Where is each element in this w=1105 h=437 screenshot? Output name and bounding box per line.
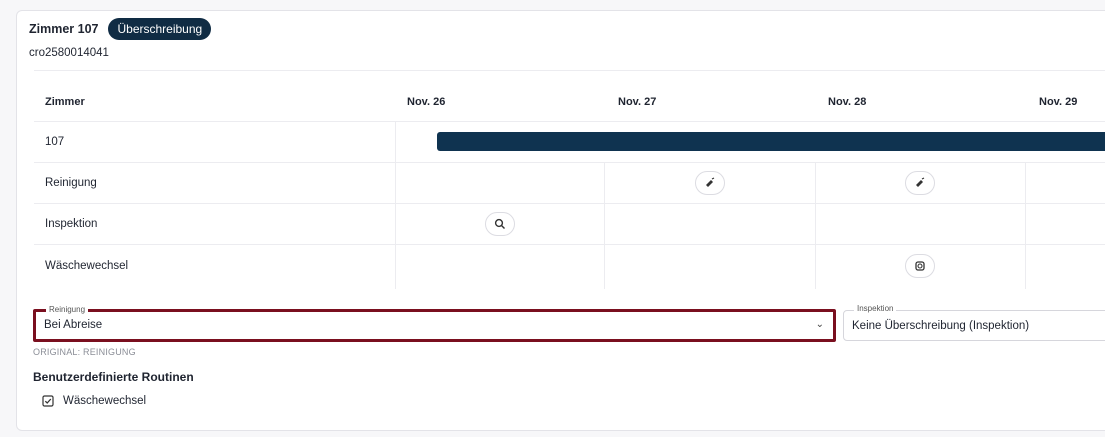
- cleaning-task-button[interactable]: [695, 171, 725, 195]
- date-header: Nov. 26: [407, 96, 446, 108]
- row-label-reinigung: Reinigung: [45, 177, 97, 189]
- cleaning-row: Reinigung: [34, 163, 1105, 204]
- date-header: Nov. 27: [618, 96, 657, 108]
- column-divider: [395, 122, 396, 289]
- column-divider: [1025, 163, 1026, 289]
- broom-icon: [706, 177, 715, 187]
- schedule-grid: Zimmer Nov. 26 Nov. 27 Nov. 28 Nov. 29 1…: [34, 70, 1105, 289]
- chevron-down-icon: ⌄: [815, 319, 824, 330]
- inspection-task-button[interactable]: [485, 212, 515, 236]
- checkbox-checked-icon[interactable]: [42, 395, 54, 407]
- column-divider: [815, 163, 816, 289]
- cleaning-task-button[interactable]: [905, 171, 935, 195]
- row-label-inspektion: Inspektion: [45, 218, 98, 230]
- room-title: Zimmer 107: [29, 22, 99, 36]
- column-divider: [604, 163, 605, 289]
- room-code: cro2580014041: [29, 47, 109, 59]
- override-badge: Überschreibung: [108, 18, 212, 40]
- room-number: 107: [45, 136, 65, 148]
- broom-icon: [916, 177, 925, 187]
- routine-checkbox-row[interactable]: Wäschewechsel: [42, 395, 146, 407]
- date-header: Nov. 29: [1039, 96, 1078, 108]
- reinigung-select-value: Bei Abreise: [44, 319, 103, 331]
- original-note: ORIGINAL: REINIGUNG: [33, 347, 136, 357]
- inspektion-select[interactable]: Inspektion Keine Überschreibung (Inspekt…: [843, 304, 1105, 341]
- linen-task-button[interactable]: [905, 254, 935, 278]
- inspection-row: Inspektion: [34, 204, 1105, 245]
- room-header: Zimmer 107 Überschreibung: [29, 18, 212, 40]
- inspektion-select-value: Keine Überschreibung (Inspektion): [852, 320, 1030, 332]
- routine-label: Wäschewechsel: [63, 395, 147, 407]
- grid-header-row: Zimmer Nov. 26 Nov. 27 Nov. 28 Nov. 29: [34, 71, 1105, 122]
- inspektion-select-label: Inspektion: [854, 304, 897, 314]
- room-row: 107: [34, 122, 1105, 163]
- reinigung-select[interactable]: Reinigung Bei Abreise ⌄: [33, 305, 836, 342]
- date-header: Nov. 28: [828, 96, 867, 108]
- row-label-waeschewechsel: Wäschewechsel: [45, 260, 129, 272]
- reinigung-select-label: Reinigung: [46, 305, 89, 315]
- booking-bar[interactable]: [437, 132, 1105, 151]
- column-header-room: Zimmer: [45, 96, 85, 108]
- linen-row: Wäschewechsel: [34, 245, 1105, 289]
- search-icon: [494, 218, 505, 229]
- linen-change-icon: [915, 261, 925, 271]
- custom-routines-title: Benutzerdefinierte Routinen: [33, 370, 194, 384]
